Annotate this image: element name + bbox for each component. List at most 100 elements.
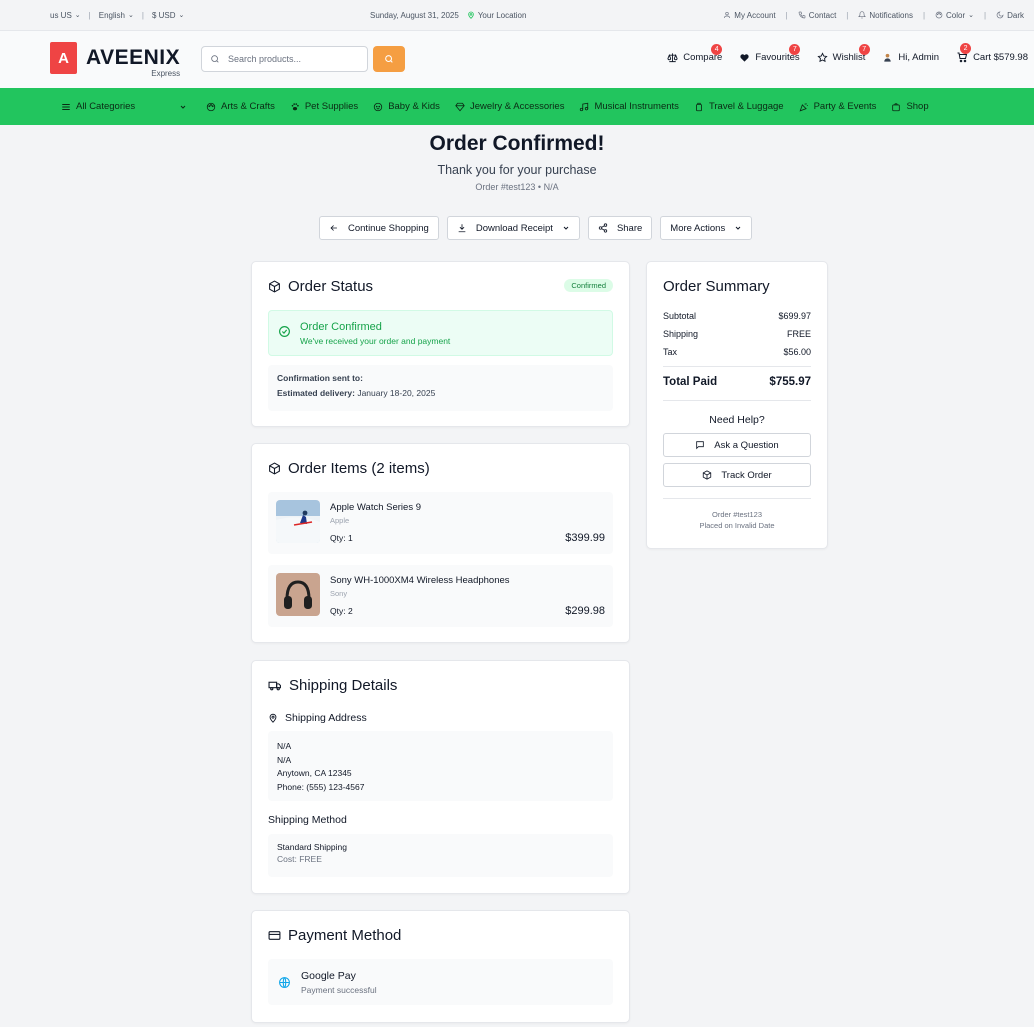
globe-icon <box>279 976 290 988</box>
account-menu[interactable]: Hi, Admin <box>882 52 939 63</box>
continue-shopping-button[interactable]: Continue Shopping <box>319 216 439 240</box>
package-icon <box>269 280 280 293</box>
order-status-heading: Order Status <box>288 278 374 295</box>
package-icon <box>269 462 280 475</box>
product-qty: Qty: 1 <box>330 533 353 543</box>
brand-subtitle: Express <box>151 69 181 78</box>
more-actions-button[interactable]: More Actions <box>660 216 753 240</box>
confirmed-title: Order Confirmed <box>300 321 382 333</box>
payment-info: Google Pay Payment successful <box>268 959 613 1005</box>
luggage-icon <box>696 102 702 111</box>
nav-item-arts-crafts[interactable]: Arts & Crafts <box>206 101 275 112</box>
nav-item-musical-instruments[interactable]: Musical Instruments <box>579 101 679 112</box>
contact-link[interactable]: Contact <box>798 11 836 20</box>
paw-icon <box>291 102 299 110</box>
nav-item-pet-supplies[interactable]: Pet Supplies <box>290 101 358 112</box>
palette-icon <box>935 11 943 19</box>
brand-name: AVEENIX <box>86 46 181 69</box>
party-popper-icon <box>799 102 808 111</box>
address-line: N/A <box>277 741 292 751</box>
language-selector[interactable]: English ⌄ <box>99 11 134 20</box>
share-icon <box>598 223 608 233</box>
chevron-down-icon: ⌄ <box>178 12 185 19</box>
dark-mode-toggle[interactable]: Dark <box>996 11 1024 20</box>
map-pin-icon <box>468 11 474 19</box>
product-price: $399.99 <box>565 532 605 544</box>
compare-button[interactable]: Compare 4 <box>667 43 722 63</box>
nav-item-shop[interactable]: Shop <box>891 101 929 112</box>
tax-row: Tax $56.00 <box>663 347 811 357</box>
track-order-button[interactable]: Track Order <box>663 463 811 487</box>
product-name: Apple Watch Series 9 <box>330 502 421 513</box>
star-icon <box>817 51 828 62</box>
payment-method-heading: Payment Method <box>288 927 402 944</box>
shipping-details-card: Shipping Details Shipping Address N/A N/… <box>251 660 630 894</box>
heart-icon <box>740 53 749 62</box>
credit-card-icon <box>268 931 281 940</box>
bell-icon <box>858 11 867 19</box>
my-account-link[interactable]: My Account <box>723 11 776 20</box>
cart-button[interactable]: Cart $579.98 2 <box>956 43 1028 63</box>
baby-icon <box>374 102 383 111</box>
thanks-message: Thank you for your purchase <box>437 163 597 177</box>
product-image-apple-watch <box>276 500 320 543</box>
category-nav: All Categories Arts & Crafts Pet Supplie… <box>0 88 1034 125</box>
confirmed-subtitle: We've received your order and payment <box>300 336 451 346</box>
currency-selector[interactable]: $ USD ⌄ <box>152 11 184 20</box>
check-circle-icon <box>279 326 290 337</box>
shopping-bag-icon <box>892 102 901 111</box>
shipping-address-label: Shipping Address <box>285 712 367 724</box>
order-confirmation-page: Order Confirmed! Thank you for your purc… <box>0 125 1034 1027</box>
shipping-details-heading: Shipping Details <box>289 677 398 694</box>
shipping-method-name: Standard Shipping <box>277 842 347 852</box>
confirmation-sent-label: Confirmation sent to: <box>277 373 363 383</box>
locale-selector[interactable]: us US ⌄ <box>50 11 81 20</box>
shipping-method-cost: Cost: FREE <box>277 854 322 864</box>
location-link[interactable]: Your Location <box>467 11 526 20</box>
nav-item-travel-luggage[interactable]: Travel & Luggage <box>694 101 784 112</box>
order-summary-card: Order Summary Subtotal $699.97 Shipping … <box>646 261 828 549</box>
chevron-down-icon <box>563 226 569 230</box>
list-item[interactable]: Apple Watch Series 9 Apple Qty: 1 $399.9… <box>268 492 613 554</box>
nav-item-jewelry-accessories[interactable]: Jewelry & Accessories <box>455 101 564 112</box>
product-brand: Sony <box>330 589 348 598</box>
search-button[interactable] <box>373 46 405 72</box>
chevron-down-icon <box>180 105 186 109</box>
order-items-heading: Order Items (2 items) <box>288 460 430 477</box>
subtotal-row: Subtotal $699.97 <box>663 311 811 321</box>
payment-name: Google Pay <box>301 969 356 982</box>
message-icon <box>696 441 705 450</box>
chevron-down-icon: ⌄ <box>74 12 81 19</box>
current-date: Sunday, August 31, 2025 <box>370 10 459 20</box>
total-row: Total Paid $755.97 <box>663 376 811 388</box>
user-avatar-icon <box>884 53 892 62</box>
list-item[interactable]: Sony WH-1000XM4 Wireless Headphones Sony… <box>268 565 613 627</box>
shipping-method: Standard Shipping Cost: FREE <box>268 834 613 877</box>
scale-icon <box>667 52 678 62</box>
shipping-address: N/A N/A Anytown, CA 12345 Phone: (555) 1… <box>268 731 613 801</box>
color-selector[interactable]: Color ⌄ <box>935 11 974 20</box>
share-button[interactable]: Share <box>587 216 653 240</box>
status-badge: Confirmed <box>564 279 613 292</box>
cart-count-badge: 2 <box>960 43 972 54</box>
truck-icon <box>268 681 281 691</box>
ask-question-button[interactable]: Ask a Question <box>663 433 811 457</box>
address-line: Anytown, CA 12345 <box>277 768 352 778</box>
nav-item-baby-kids[interactable]: Baby & Kids <box>373 101 440 112</box>
search-input[interactable] <box>228 54 348 64</box>
action-buttons: Continue Shopping Download Receipt Share… <box>319 216 753 240</box>
estimated-delivery-value: January 18-20, 2025 <box>357 388 436 398</box>
need-help-heading: Need Help? <box>709 414 765 426</box>
wishlist-button[interactable]: Wishlist 7 <box>817 43 870 63</box>
all-categories-dropdown[interactable]: All Categories <box>61 101 187 112</box>
order-number-line: Order #test123 • N/A <box>475 182 559 192</box>
download-receipt-button[interactable]: Download Receipt <box>446 216 580 240</box>
nav-item-party-events[interactable]: Party & Events <box>799 101 876 112</box>
chevron-down-icon: ⌄ <box>968 12 975 19</box>
menu-icon <box>62 103 70 110</box>
page-title: Order Confirmed! <box>429 132 605 155</box>
site-header: A AVEENIX Express Compare 4 Favourites 7… <box>0 31 1034 88</box>
notifications-link[interactable]: Notifications <box>858 11 913 20</box>
logo[interactable]: A AVEENIX Express <box>50 42 181 78</box>
favourites-button[interactable]: Favourites 7 <box>739 43 801 63</box>
